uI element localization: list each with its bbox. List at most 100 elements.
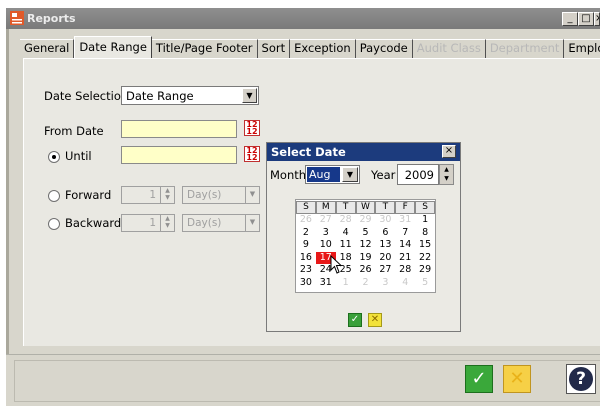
- year-input[interactable]: 2009: [397, 164, 439, 185]
- calendar-day[interactable]: 3: [316, 227, 336, 240]
- calendar-day[interactable]: 1: [336, 277, 356, 290]
- year-spin-icon[interactable]: ▲ ▼: [439, 164, 454, 185]
- help-icon: ?: [569, 367, 593, 391]
- select-date-dialog: Select Date × Month Aug ▼ Year 2009 ▲ ▼ S…: [266, 142, 461, 332]
- tab-department: Department: [485, 39, 565, 58]
- tab-title-page-footer[interactable]: Title/Page Footer: [151, 39, 258, 58]
- calendar-day[interactable]: 16: [296, 252, 316, 265]
- calendar-day[interactable]: 10: [316, 239, 336, 252]
- calendar-day[interactable]: 8: [415, 227, 435, 240]
- tab-exception[interactable]: Exception: [290, 39, 356, 58]
- backward-unit-dropdown[interactable]: Day(s) ▼: [182, 214, 260, 232]
- backward-unit-value: Day(s): [187, 217, 222, 229]
- calendar-day[interactable]: 4: [395, 277, 415, 290]
- calendar-day[interactable]: 9: [296, 239, 316, 252]
- forward-unit-dropdown[interactable]: Day(s) ▼: [182, 186, 260, 204]
- radio-selected-dot: [52, 155, 56, 159]
- tab-sort[interactable]: Sort: [257, 39, 291, 58]
- cancel-button[interactable]: ✕: [503, 365, 531, 393]
- until-calendar-icon[interactable]: 12 12: [244, 146, 260, 162]
- calendar-day[interactable]: 26: [356, 264, 376, 277]
- tab-general[interactable]: General: [20, 39, 75, 58]
- calendar-day[interactable]: 4: [336, 227, 356, 240]
- calendar-day[interactable]: 5: [356, 227, 376, 240]
- minimize-button[interactable]: _: [562, 12, 578, 26]
- calendar-day[interactable]: 20: [375, 252, 395, 265]
- year-label: Year: [371, 168, 396, 182]
- date-selection-dropdown[interactable]: Date Range ▼: [121, 86, 259, 105]
- calendar-day[interactable]: 29: [415, 264, 435, 277]
- calendar-day[interactable]: 30: [375, 214, 395, 227]
- tab-paycode[interactable]: Paycode: [355, 39, 413, 58]
- close-icon[interactable]: ×: [442, 145, 456, 158]
- forward-radio[interactable]: [48, 190, 60, 202]
- forward-count-stepper[interactable]: 1 ▲ ▼: [121, 186, 175, 204]
- calendar-day[interactable]: 30: [296, 277, 316, 290]
- calendar-day[interactable]: 28: [395, 264, 415, 277]
- help-button[interactable]: ?: [566, 364, 596, 394]
- chevron-down-icon[interactable]: ▼: [245, 215, 259, 231]
- until-radio[interactable]: [48, 151, 60, 163]
- month-label: Month: [270, 168, 307, 182]
- maximize-button[interactable]: □: [578, 12, 594, 26]
- calendar-day[interactable]: 19: [356, 252, 376, 265]
- tab-employee[interactable]: Employee: [564, 39, 600, 58]
- calendar-day[interactable]: 27: [316, 214, 336, 227]
- ok-button[interactable]: ✓: [465, 365, 493, 393]
- calendar-day[interactable]: 31: [316, 277, 336, 290]
- calendar-day[interactable]: 5: [415, 277, 435, 290]
- tab-audit-class: Audit Class: [412, 39, 486, 58]
- until-date-input[interactable]: [121, 146, 237, 164]
- calendar-day[interactable]: 26: [296, 214, 316, 227]
- from-date-calendar-icon[interactable]: 12 12: [244, 120, 260, 136]
- backward-label: Backward: [65, 216, 122, 230]
- calendar-day[interactable]: 22: [415, 252, 435, 265]
- backward-count-stepper[interactable]: 1 ▲ ▼: [121, 214, 175, 232]
- forward-label: Forward: [65, 188, 112, 202]
- calendar-week-row: 9 10 11 12 13 14 15: [296, 239, 435, 252]
- calendar-week-row: 2345678: [296, 227, 435, 240]
- calendar-day[interactable]: 11: [336, 239, 356, 252]
- calendar-day[interactable]: 14: [395, 239, 415, 252]
- calendar-day[interactable]: 1: [415, 214, 435, 227]
- chevron-down-icon[interactable]: ▼: [342, 167, 358, 182]
- month-value: Aug: [307, 167, 340, 182]
- calendar-day[interactable]: 3: [375, 277, 395, 290]
- tab-date-range[interactable]: Date Range: [74, 36, 152, 58]
- calendar-week-row: 30 31 1 2 3 4 5: [296, 277, 435, 290]
- calendar-day[interactable]: 15: [415, 239, 435, 252]
- calendar-day[interactable]: 6: [375, 227, 395, 240]
- title-bar[interactable]: [6, 8, 600, 29]
- spin-arrows-icon[interactable]: ▲ ▼: [160, 215, 174, 231]
- weekday-label: T: [335, 201, 356, 214]
- chevron-down-icon[interactable]: ▼: [242, 88, 257, 103]
- weekday-label: W: [355, 201, 376, 214]
- popup-ok-button[interactable]: ✓: [348, 313, 362, 327]
- year-value: 2009: [404, 168, 434, 182]
- backward-radio[interactable]: [48, 218, 60, 230]
- calendar-day[interactable]: 2: [296, 227, 316, 240]
- dialog-title: Select Date: [271, 145, 346, 159]
- calendar-day[interactable]: 23: [296, 264, 316, 277]
- chevron-down-icon[interactable]: ▼: [245, 187, 259, 203]
- calendar-day[interactable]: 13: [375, 239, 395, 252]
- spin-arrows-icon[interactable]: ▲ ▼: [160, 187, 174, 203]
- calendar-day[interactable]: 27: [375, 264, 395, 277]
- popup-cancel-button[interactable]: ✕: [368, 313, 382, 327]
- from-date-input[interactable]: [121, 120, 237, 138]
- calendar-day[interactable]: 29: [356, 214, 376, 227]
- calendar-day[interactable]: 31: [395, 214, 415, 227]
- close-button[interactable]: ×: [594, 12, 600, 26]
- weekday-label: M: [315, 201, 336, 214]
- calendar-day[interactable]: 7: [395, 227, 415, 240]
- calendar-day[interactable]: 21: [395, 252, 415, 265]
- calendar-day[interactable]: 2: [356, 277, 376, 290]
- month-dropdown[interactable]: Aug ▼: [305, 165, 360, 184]
- weekday-header: SMTWTFS: [296, 200, 436, 214]
- calendar-day[interactable]: 28: [336, 214, 356, 227]
- until-label: Until: [65, 149, 92, 163]
- calendar-grid: SMTWTFS 26 27 28 29 30 31 1 2 3 4 5 6 7 8 9 10 11 12 13 14 1…: [295, 199, 436, 293]
- calendar-day[interactable]: 12: [356, 239, 376, 252]
- weekday-label: S: [415, 201, 436, 214]
- date-selection-value: Date Range: [126, 89, 194, 103]
